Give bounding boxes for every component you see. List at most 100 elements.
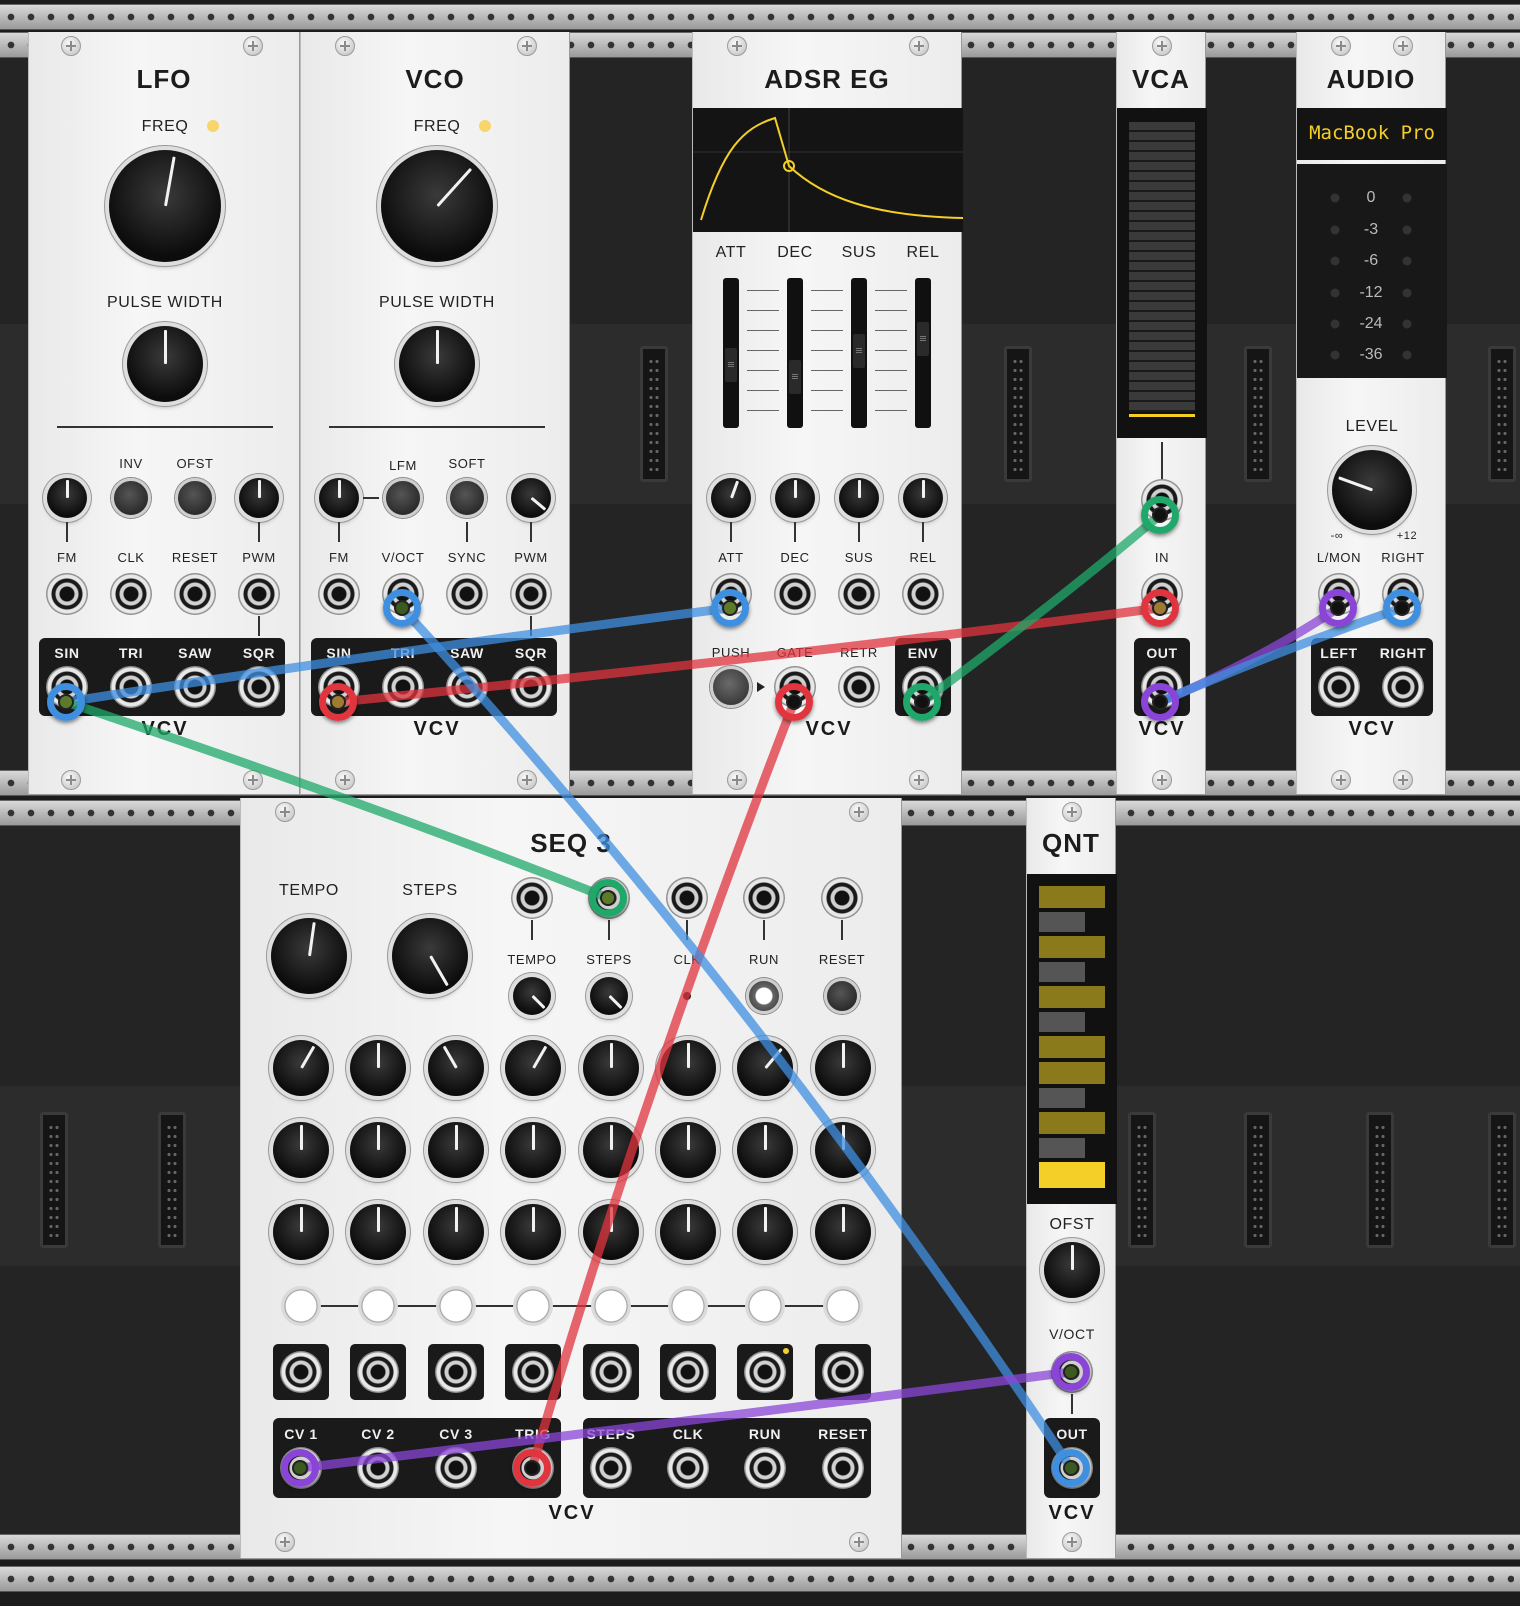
freq-knob[interactable]: [381, 150, 493, 262]
step-knob[interactable]: [505, 1122, 561, 1178]
step-knob[interactable]: [273, 1122, 329, 1178]
fm-input-jack[interactable]: [318, 573, 360, 615]
device-selector[interactable]: MacBook Pro: [1297, 108, 1447, 160]
step-knob[interactable]: [428, 1204, 484, 1260]
step-knob[interactable]: [350, 1204, 406, 1260]
sus-atten-knob[interactable]: [839, 478, 879, 518]
rel-slider[interactable]: [915, 278, 931, 428]
pwm-atten-knob[interactable]: [239, 478, 279, 518]
step-knob[interactable]: [737, 1204, 793, 1260]
soft-button[interactable]: [447, 478, 487, 518]
gate-output-jack[interactable]: [428, 1344, 484, 1400]
cable-plug[interactable]: [589, 879, 627, 917]
ofst-button[interactable]: [175, 478, 215, 518]
sus-slider[interactable]: [851, 278, 867, 428]
step-knob[interactable]: [583, 1122, 639, 1178]
reset-cv-jack[interactable]: [821, 877, 863, 919]
lfo-module[interactable]: LFO FREQ PULSE WIDTH INV OFST FM CLK RES…: [28, 32, 300, 794]
gate-toggle[interactable]: [513, 1286, 553, 1326]
vca-module[interactable]: VCA IN OUT VCV: [1116, 32, 1207, 794]
steps-output-jack[interactable]: [590, 1447, 632, 1489]
cv2-output-jack[interactable]: [357, 1447, 399, 1489]
run-button[interactable]: [746, 978, 782, 1014]
sqr-output-jack[interactable]: [238, 666, 280, 708]
dec-input-jack[interactable]: [774, 573, 816, 615]
cable-plug[interactable]: [281, 1449, 319, 1487]
reset-button[interactable]: [824, 978, 860, 1014]
steps-knob[interactable]: [392, 918, 468, 994]
lfm-button[interactable]: [383, 478, 423, 518]
step-knob[interactable]: [428, 1040, 484, 1096]
gate-output-jack[interactable]: [583, 1344, 639, 1400]
reset-input-jack[interactable]: [174, 573, 216, 615]
tri-output-jack[interactable]: [110, 666, 152, 708]
gate-output-jack[interactable]: [350, 1344, 406, 1400]
att-slider[interactable]: [723, 278, 739, 428]
sqr-output-jack[interactable]: [510, 666, 552, 708]
step-knob[interactable]: [273, 1204, 329, 1260]
gate-toggle[interactable]: [358, 1286, 398, 1326]
gate-output-jack[interactable]: [273, 1344, 329, 1400]
cable-plug[interactable]: [1052, 1353, 1090, 1391]
step-knob[interactable]: [815, 1204, 871, 1260]
pwm-input-jack[interactable]: [510, 573, 552, 615]
tempo-atten-knob[interactable]: [513, 977, 551, 1015]
fm-atten-knob[interactable]: [47, 478, 87, 518]
step-knob[interactable]: [737, 1122, 793, 1178]
reset-output-jack[interactable]: [822, 1447, 864, 1489]
note-keyboard[interactable]: [1027, 874, 1117, 1204]
gate-output-jack[interactable]: [815, 1344, 871, 1400]
gate-toggle[interactable]: [591, 1286, 631, 1326]
step-knob[interactable]: [350, 1040, 406, 1096]
audio-module[interactable]: AUDIO MacBook Pro 0 -3 -6 -12 -24 -36 LE…: [1296, 32, 1447, 794]
tempo-knob[interactable]: [271, 918, 347, 994]
inv-button[interactable]: [111, 478, 151, 518]
gate-output-jack[interactable]: [737, 1344, 793, 1400]
step-knob[interactable]: [660, 1040, 716, 1096]
level-knob[interactable]: [1332, 450, 1412, 530]
rel-input-jack[interactable]: [902, 573, 944, 615]
cable-plug[interactable]: [1141, 496, 1179, 534]
fm-input-jack[interactable]: [46, 573, 88, 615]
cable-plug[interactable]: [903, 683, 941, 721]
cable-plug[interactable]: [1383, 589, 1421, 627]
cable-plug[interactable]: [47, 683, 85, 721]
step-knob[interactable]: [737, 1040, 793, 1096]
left-output-jack[interactable]: [1318, 666, 1360, 708]
step-knob[interactable]: [660, 1122, 716, 1178]
dec-atten-knob[interactable]: [775, 478, 815, 518]
run-cv-jack[interactable]: [743, 877, 785, 919]
tempo-cv-jack[interactable]: [511, 877, 553, 919]
gate-toggle[interactable]: [745, 1286, 785, 1326]
att-atten-knob[interactable]: [711, 478, 751, 518]
step-knob[interactable]: [273, 1040, 329, 1096]
sync-input-jack[interactable]: [446, 573, 488, 615]
cable-plug[interactable]: [383, 589, 421, 627]
right-output-jack[interactable]: [1382, 666, 1424, 708]
cable-plug[interactable]: [1319, 589, 1357, 627]
pwm-input-jack[interactable]: [238, 573, 280, 615]
rel-atten-knob[interactable]: [903, 478, 943, 518]
step-knob[interactable]: [428, 1122, 484, 1178]
step-knob[interactable]: [660, 1204, 716, 1260]
pulse-width-knob[interactable]: [127, 326, 203, 402]
step-knob[interactable]: [583, 1040, 639, 1096]
step-knob[interactable]: [505, 1040, 561, 1096]
cable-plug[interactable]: [1052, 1449, 1090, 1487]
run-output-jack[interactable]: [744, 1447, 786, 1489]
sus-input-jack[interactable]: [838, 573, 880, 615]
qnt-module[interactable]: QNT OFST V/OCT OUT VCV: [1026, 798, 1117, 1558]
gate-toggle[interactable]: [823, 1286, 863, 1326]
cable-plug[interactable]: [775, 683, 813, 721]
clk-cv-jack[interactable]: [666, 877, 708, 919]
saw-output-jack[interactable]: [446, 666, 488, 708]
cable-plug[interactable]: [711, 589, 749, 627]
freq-knob[interactable]: [109, 150, 221, 262]
step-knob[interactable]: [350, 1122, 406, 1178]
tri-output-jack[interactable]: [382, 666, 424, 708]
cable-plug[interactable]: [513, 1449, 551, 1487]
pwm-atten-knob[interactable]: [511, 478, 551, 518]
vco-module[interactable]: VCO FREQ PULSE WIDTH LFM SOFT FM V/OCT S…: [300, 32, 570, 794]
retr-input-jack[interactable]: [838, 666, 880, 708]
ofst-knob[interactable]: [1044, 1242, 1100, 1298]
